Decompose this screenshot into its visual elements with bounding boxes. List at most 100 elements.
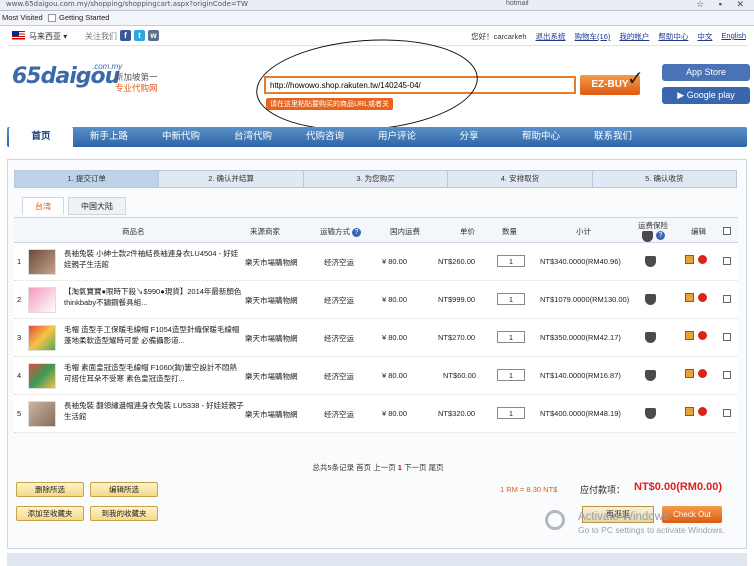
footer-bar <box>7 553 747 566</box>
delete-icon[interactable] <box>698 293 707 302</box>
step-5: 5. 确认收货 <box>591 170 738 188</box>
step-4: 4. 安排取货 <box>447 170 593 188</box>
lang-english-link[interactable]: English <box>721 31 746 42</box>
nav-reviews[interactable]: 用户评论 <box>361 127 433 147</box>
follow-us-label: 关注我们 <box>85 32 117 41</box>
row-checkbox[interactable] <box>723 333 731 341</box>
nav-help[interactable]: 帮助中心 <box>505 127 577 147</box>
browser-url[interactable]: www.65daigou.com.my/shopping/shoppingcar… <box>6 0 248 8</box>
quantity-input[interactable]: 1 <box>497 293 525 305</box>
table-row: 1 長袖兔裝 小紳士款2件袖結長袖連身衣LU4504 - 好娃娃親子生活館 樂天… <box>14 243 738 281</box>
delete-icon[interactable] <box>698 255 707 264</box>
help-icon[interactable]: ? <box>352 228 362 237</box>
delete-icon[interactable] <box>698 331 707 340</box>
malaysia-flag-icon <box>12 31 25 40</box>
shipping-method: 经济空运 <box>324 334 354 343</box>
quantity-input[interactable]: 1 <box>497 407 525 419</box>
site-logo[interactable]: 65daigou .com.my 新加坡第一 专业代购网 <box>12 62 158 93</box>
col-seller: 来源商家 <box>250 227 280 236</box>
checkout-steps: 1. 提交订单 2. 确认并结算 3. 为您购买 4. 安排取货 5. 确认收货 <box>14 170 738 188</box>
shipping-method: 经济空运 <box>324 296 354 305</box>
browser-address-bar[interactable]: www.65daigou.com.my/shopping/shoppingcar… <box>0 0 754 11</box>
edit-icon[interactable] <box>685 369 694 378</box>
col-product: 商品名 <box>122 227 145 236</box>
subtotal: NT$350.0000(RM42.17) <box>540 333 621 342</box>
nav-newbie[interactable]: 新手上路 <box>73 127 145 147</box>
window-controls[interactable]: ☆ ▪ ✕ <box>696 0 750 10</box>
domestic-fee: ¥ 80.00 <box>382 371 408 380</box>
product-name-link[interactable]: 長袖兔裝 小紳士款2件袖結長袖連身衣LU4504 - 好娃娃親子生活館 <box>64 248 244 270</box>
first-page-link[interactable]: 首页 <box>356 463 371 472</box>
quantity-input[interactable]: 1 <box>497 331 525 343</box>
unit-price: NT$320.00 <box>438 409 476 418</box>
bookmark-most-visited[interactable]: Most Visited <box>2 13 43 22</box>
product-name-link[interactable]: 毛帽 素面皇冠造型毛線帽 F1060(鉤)簍空設計不悶熱 可搭住耳朵不受寒 素色… <box>64 362 244 384</box>
nav-home[interactable]: 首页 <box>9 127 73 147</box>
bookmark-getting-started[interactable]: Getting Started <box>48 13 109 22</box>
quantity-input[interactable]: 1 <box>497 255 525 267</box>
help-icon[interactable]: ? <box>656 231 665 240</box>
app-store-button[interactable]: App Store <box>662 64 750 81</box>
insurance-shield-icon[interactable] <box>645 408 656 419</box>
delete-icon[interactable] <box>698 407 707 416</box>
next-page-link[interactable]: 下一页 <box>404 463 427 472</box>
product-thumbnail[interactable] <box>28 401 56 427</box>
insurance-shield-icon[interactable] <box>645 370 656 381</box>
tab-china[interactable]: 中国大陆 <box>68 197 126 215</box>
add-to-favorites-button[interactable]: 添加至收藏夹 <box>16 506 84 521</box>
product-thumbnail[interactable] <box>28 249 56 275</box>
product-thumbnail[interactable] <box>28 287 56 313</box>
product-name-link[interactable]: 毛帽 造型手工保暖毛線帽 F1054造型針織保暖毛線帽 蓬地柔軟造型耀時可愛 必… <box>64 324 244 346</box>
country-selector[interactable]: 马来西亚 ▾ <box>29 31 67 42</box>
facebook-icon[interactable]: f <box>120 30 131 41</box>
browser-search-field[interactable]: hotmail <box>506 0 529 7</box>
product-name-link[interactable]: 長袖兔裝 翻領繡邊帽連身衣兔裝 LU5338 - 好娃娃親子生活館 <box>64 400 244 422</box>
table-row: 3 毛帽 造型手工保暖毛線帽 F1054造型針織保暖毛線帽 蓬地柔軟造型耀時可愛… <box>14 319 738 357</box>
domestic-fee: ¥ 80.00 <box>382 333 408 342</box>
nav-contact[interactable]: 联系我们 <box>577 127 649 147</box>
col-price: 单价 <box>460 227 475 236</box>
select-all-checkbox[interactable] <box>723 227 731 235</box>
greeting: 您好！carcarkeh <box>471 32 527 41</box>
edit-icon[interactable] <box>685 331 694 340</box>
my-account-link[interactable]: 我的帐户 <box>619 31 649 42</box>
nav-china-sg[interactable]: 中新代购 <box>145 127 217 147</box>
lang-chinese-link[interactable]: 中文 <box>697 31 712 42</box>
product-thumbnail[interactable] <box>28 363 56 389</box>
weibo-icon[interactable]: w <box>148 30 159 41</box>
row-checkbox[interactable] <box>723 371 731 379</box>
insurance-shield-icon[interactable] <box>645 294 656 305</box>
last-page-link[interactable]: 尾页 <box>429 463 444 472</box>
cart-table: 商品名 来源商家 运输方式 ? 国内运费 单价 数量 小计 运费保险 ? 编辑 … <box>14 217 738 433</box>
delete-icon[interactable] <box>698 369 707 378</box>
product-name-link[interactable]: 【淘氣寶寶●限時下殺↘$990●現貨】2014年最新顏色 thinkbaby不鏽… <box>64 286 244 308</box>
edit-icon[interactable] <box>685 293 694 302</box>
help-center-link[interactable]: 帮助中心 <box>658 31 688 42</box>
tab-taiwan[interactable]: 台湾 <box>22 197 64 215</box>
edit-selected-button[interactable]: 编辑所选 <box>90 482 158 497</box>
delete-selected-button[interactable]: 删除所选 <box>16 482 84 497</box>
twitter-icon[interactable]: t <box>134 30 145 41</box>
domestic-fee: ¥ 80.00 <box>382 295 408 304</box>
quantity-input[interactable]: 1 <box>497 369 525 381</box>
hand-drawn-circle-annotation <box>253 32 481 138</box>
edit-icon[interactable] <box>685 407 694 416</box>
nav-share[interactable]: 分享 <box>433 127 505 147</box>
row-checkbox[interactable] <box>723 257 731 265</box>
seller-name: 樂天市場購物網 <box>245 258 298 267</box>
go-to-favorites-button[interactable]: 到我的收藏夹 <box>90 506 158 521</box>
insurance-shield-icon[interactable] <box>645 332 656 343</box>
insurance-shield-icon[interactable] <box>645 256 656 267</box>
cart-link[interactable]: 购物车(16) <box>575 31 611 42</box>
row-checkbox[interactable] <box>723 295 731 303</box>
row-checkbox[interactable] <box>723 409 731 417</box>
google-play-button[interactable]: ▶ Google play <box>662 87 750 104</box>
shipping-method: 经济空运 <box>324 372 354 381</box>
product-thumbnail[interactable] <box>28 325 56 351</box>
step-3: 3. 为您购买 <box>302 170 449 188</box>
nav-consult[interactable]: 代购咨询 <box>289 127 361 147</box>
prev-page-link[interactable]: 上一页 <box>373 463 396 472</box>
nav-taiwan[interactable]: 台湾代购 <box>217 127 289 147</box>
edit-icon[interactable] <box>685 255 694 264</box>
logout-link[interactable]: 退出系统 <box>536 31 566 42</box>
